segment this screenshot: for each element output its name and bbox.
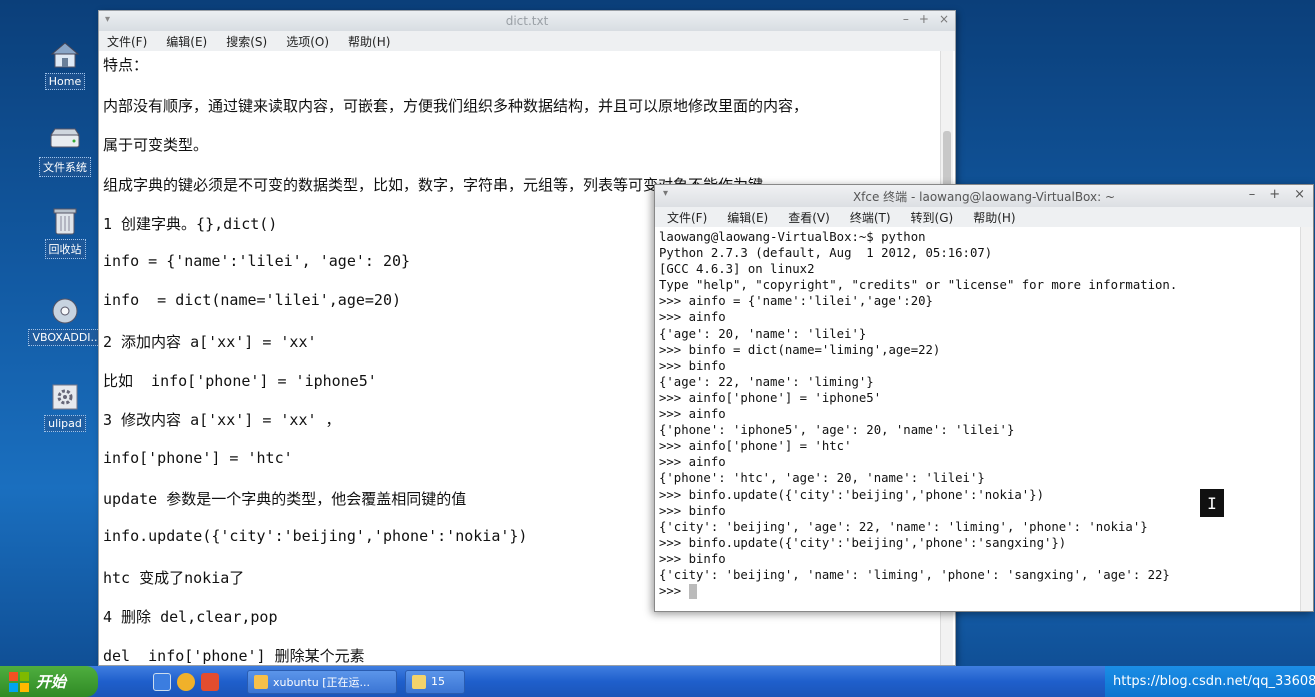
desktop-icon-trash[interactable]: 回收站 <box>20 206 110 259</box>
task-folder[interactable]: 15 <box>405 669 465 694</box>
desktop-icon-home[interactable]: Home <box>20 40 110 90</box>
menu-goto[interactable]: 转到(G) <box>911 209 954 226</box>
desktop-icon-label: Home <box>44 73 86 90</box>
desktop-icon-vboxadditions[interactable]: VBOXADDI.. <box>20 296 110 346</box>
terminal-line: {'city': 'beijing', 'age': 22, 'name': '… <box>659 519 1148 534</box>
text-cursor <box>688 584 697 600</box>
desktop-icon-label: ulipad <box>44 415 86 432</box>
terminal-scrollbar[interactable] <box>1300 227 1313 611</box>
app-icon[interactable] <box>201 672 219 691</box>
minimize-icon[interactable]: – <box>903 12 909 26</box>
folder-icon <box>412 674 426 689</box>
editor-titlebar[interactable]: ▾ dict.txt – + × <box>99 11 955 31</box>
maximize-icon[interactable]: + <box>919 12 929 26</box>
menu-help[interactable]: 帮助(H) <box>348 33 390 50</box>
terminal-line: Type "help", "copyright", "credits" or "… <box>659 278 1178 293</box>
text-line: del info['phone'] 删除某个元素 <box>103 647 365 665</box>
terminal-line: [GCC 4.6.3] on linux2 <box>659 262 815 277</box>
terminal-line: >>> binfo <box>659 551 726 566</box>
text-line: 内部没有顺序，通过键来读取内容，可嵌套，方便我们组织多种数据结构，并且可以原地修… <box>103 97 809 115</box>
terminal-window[interactable]: ▾ Xfce 终端 - laowang@laowang-VirtualBox: … <box>654 184 1314 612</box>
disc-icon <box>48 296 82 326</box>
menu-edit[interactable]: 编辑(E) <box>166 33 207 50</box>
window-controls: – + × <box>903 12 949 26</box>
close-icon[interactable]: × <box>939 12 949 26</box>
desktop-icon-filesystem[interactable]: 文件系统 <box>20 124 110 177</box>
menu-file[interactable]: 文件(F) <box>667 209 707 226</box>
terminal-line: {'phone': 'iphone5', 'age': 20, 'name': … <box>659 423 1015 438</box>
system-tray: https://blog.csdn.net/qq_33608000 <box>1105 666 1315 697</box>
text-line: 属于可变类型。 <box>103 136 209 155</box>
minimize-icon[interactable]: – <box>1249 187 1256 202</box>
window-controls: – + × <box>1249 187 1305 202</box>
terminal-line: laowang@laowang-VirtualBox:~$ python <box>659 230 926 244</box>
window-menu-icon[interactable]: ▾ <box>663 188 668 199</box>
desktop-icon-label: 回收站 <box>44 239 86 259</box>
desktop-icon-label: 文件系统 <box>39 157 91 177</box>
terminal-line: {'phone': 'htc', 'age': 20, 'name': 'lil… <box>659 471 985 486</box>
terminal-line: {'age': 20, 'name': 'lilei'} <box>659 326 867 341</box>
editor-menubar: 文件(F) 编辑(E) 搜索(S) 选项(O) 帮助(H) <box>99 31 955 51</box>
menu-options[interactable]: 选项(O) <box>286 33 329 50</box>
terminal-screen[interactable]: laowang@laowang-VirtualBox:~$ python Pyt… <box>655 227 1299 611</box>
terminal-line: >>> ainfo <box>659 407 726 422</box>
terminal-line: >>> ainfo <box>659 310 726 325</box>
drive-icon <box>48 124 82 154</box>
terminal-line: >>> ainfo['phone'] = 'htc' <box>659 439 852 454</box>
start-button[interactable]: 开始 <box>0 666 98 697</box>
editor-title: dict.txt <box>505 14 549 28</box>
terminal-line: >>> ainfo <box>659 455 726 470</box>
text-line: 特点： <box>103 56 149 74</box>
watermark-text: https://blog.csdn.net/qq_33608000 <box>1113 674 1315 689</box>
windows-logo-icon <box>9 671 29 692</box>
desktop-icon-ulipad[interactable]: ulipad <box>20 382 110 432</box>
home-icon <box>48 40 82 70</box>
menu-terminal[interactable]: 终端(T) <box>850 209 891 226</box>
gear-icon <box>48 382 82 412</box>
terminal-menubar: 文件(F) 编辑(E) 查看(V) 终端(T) 转到(G) 帮助(H) <box>655 207 1313 227</box>
window-menu-icon[interactable]: ▾ <box>105 14 117 26</box>
browser-icon[interactable] <box>153 672 171 691</box>
terminal-prompt-line[interactable]: >>> <box>659 583 1295 600</box>
start-label: 开始 <box>36 673 67 691</box>
menu-edit[interactable]: 编辑(E) <box>727 209 768 226</box>
virtualbox-icon <box>254 674 268 689</box>
terminal-line: Python 2.7.3 (default, Aug 1 2012, 05:16… <box>659 246 993 261</box>
close-icon[interactable]: × <box>1294 187 1305 202</box>
quick-launch <box>153 672 219 691</box>
task-xubuntu[interactable]: xubuntu [正在运... <box>247 669 397 694</box>
trash-icon <box>48 206 82 236</box>
terminal-line: {'age': 22, 'name': 'liming'} <box>659 374 874 389</box>
menu-file[interactable]: 文件(F) <box>107 33 147 50</box>
terminal-line: >>> binfo <box>659 358 726 373</box>
terminal-title: Xfce 终端 - laowang@laowang-VirtualBox: ~ <box>852 189 1116 204</box>
terminal-line: >>> binfo = dict(name='liming',age=22) <box>659 342 941 357</box>
task-label: 15 <box>431 675 445 688</box>
maximize-icon[interactable]: + <box>1269 187 1280 202</box>
menu-help[interactable]: 帮助(H) <box>973 209 1015 226</box>
ibeam-cursor-icon: I <box>1200 489 1224 517</box>
desktop-icon-label: VBOXADDI.. <box>28 329 102 346</box>
terminal-line: >>> ainfo = {'name':'lilei','age':20} <box>659 294 933 309</box>
taskbar: 开始 xubuntu [正在运... 15 https://blog.csdn.… <box>0 666 1315 697</box>
terminal-line: {'city': 'beijing', 'name': 'liming', 'p… <box>659 567 1170 582</box>
terminal-titlebar[interactable]: ▾ Xfce 终端 - laowang@laowang-VirtualBox: … <box>655 185 1313 207</box>
terminal-line: >>> ainfo['phone'] = 'iphone5' <box>659 390 882 405</box>
media-icon[interactable] <box>177 672 195 691</box>
terminal-prompt: >>> <box>659 584 689 599</box>
terminal-line: >>> binfo.update({'city':'beijing','phon… <box>659 535 1067 550</box>
task-label: xubuntu [正在运... <box>273 675 370 689</box>
menu-view[interactable]: 查看(V) <box>788 209 830 226</box>
menu-search[interactable]: 搜索(S) <box>226 33 267 50</box>
